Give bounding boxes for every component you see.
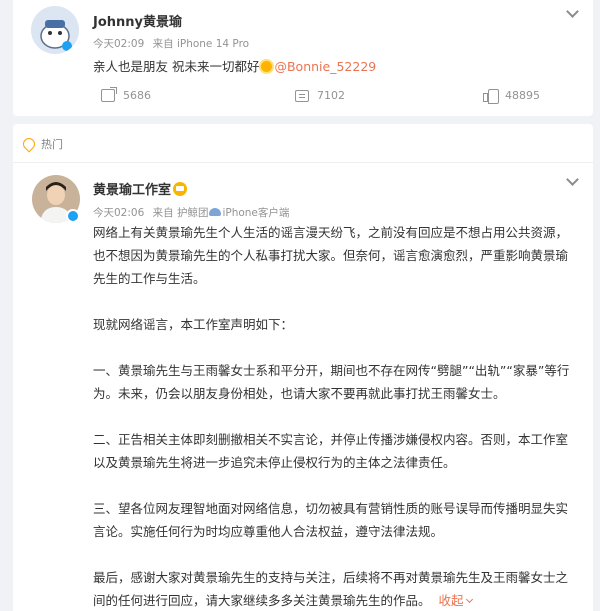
post-line: 以及黄景瑜先生将进一步追究未停止侵权行为的主体之法律责任。: [93, 455, 456, 470]
post-meta: 今天02:06 来自 护鲸团 iPhone客户端: [93, 205, 294, 220]
post-body: 网络上有关黄景瑜先生个人生活的谣言漫天纷飞，之前没有回应是不想占用公共资源， 也…: [93, 221, 583, 611]
post-author-name[interactable]: 黄景瑜工作室: [93, 179, 188, 198]
post-line: 也不想因为黄景瑜先生的个人私事打扰大家。但奈何，谣言愈演愈烈，严重影响黄景瑜: [93, 248, 569, 263]
post-text: 亲人也是朋友 祝未来一切都好 @Bonnie_52229: [93, 56, 376, 75]
forward-icon: [101, 87, 117, 102]
post-line: 现就网络谣言，本工作室声明如下：: [93, 317, 294, 332]
post-text-content: 亲人也是朋友 祝未来一切都好: [93, 59, 260, 74]
post-line: 最后，感谢大家对黄景瑜先生的支持与关注，后续将不再对黄景瑜先生及王雨馨女士之: [93, 570, 569, 585]
post-source-device: iPhone客户端: [222, 207, 290, 219]
post-line-last: 间的任何进行回应，请大家继续多多关注黄景瑜先生的作品。 收起: [93, 589, 583, 611]
verified-badge-icon: [66, 209, 80, 223]
chevron-up-icon: [465, 595, 473, 604]
whale-emoji-icon: [209, 208, 222, 216]
weibo-post-2: 热门 黄景瑜工作室 今天02:06 来自 护鲸团 iPhone客户端 网络上有关黄…: [13, 124, 593, 611]
post-author-name[interactable]: Johnny黄景瑜: [93, 11, 182, 30]
mention-link[interactable]: @Bonnie_52229: [274, 59, 376, 74]
like-button[interactable]: 48895: [483, 89, 540, 104]
post-line-text: 间的任何进行回应，请大家继续多多关注黄景瑜先生的作品。: [93, 593, 431, 608]
weibo-post-1: Johnny黄景瑜 今天02:09 来自 iPhone 14 Pro 亲人也是朋…: [13, 0, 593, 116]
comment-button[interactable]: 7102: [295, 89, 345, 102]
post-time[interactable]: 今天02:09: [93, 38, 144, 50]
post-source: 来自 护鲸团: [152, 207, 209, 219]
like-count: 48895: [505, 89, 540, 102]
forward-button[interactable]: 5686: [101, 87, 151, 102]
post-line: 二、正告相关主体即刻删撤相关不实言论，并停止传播涉嫌侵权内容。否则，本工作室: [93, 432, 569, 447]
sun-emoji-icon: [261, 61, 273, 72]
post-line: 言论。实施任何行为时均应尊重他人合法权益，遵守法律法规。: [93, 524, 444, 539]
hot-label: 热门: [41, 138, 63, 151]
avatar[interactable]: [31, 6, 79, 54]
hot-label-row: 热门: [20, 135, 63, 153]
chevron-down-icon[interactable]: [566, 173, 579, 186]
forward-count: 5686: [123, 89, 151, 102]
post-line: 为。未来，仍会以朋友身份相处，也请大家不要再就此事打扰王雨馨女士。: [93, 386, 506, 401]
avatar-cartoon-icon: [31, 6, 79, 54]
thumbs-up-icon: [483, 89, 499, 104]
divider: [13, 162, 593, 163]
post-line: 网络上有关黄景瑜先生个人生活的谣言漫天纷飞，之前没有回应是不想占用公共资源，: [93, 225, 569, 240]
comment-count: 7102: [317, 89, 345, 102]
post-meta: 今天02:09 来自 iPhone 14 Pro: [93, 36, 254, 51]
post-line: 三、望各位网友理智地面对网络信息，切勿被具有营销性质的账号误导而传播明显失实: [93, 501, 569, 516]
gold-crown-icon: [173, 182, 188, 196]
post-author-name-text: 黄景瑜工作室: [93, 183, 172, 198]
hot-icon: [20, 135, 38, 153]
collapse-link[interactable]: 收起: [438, 593, 473, 608]
post-time[interactable]: 今天02:06: [93, 207, 144, 219]
collapse-label: 收起: [438, 593, 464, 608]
chevron-down-icon[interactable]: [566, 5, 579, 18]
comment-icon: [295, 89, 309, 102]
post-source: 来自 iPhone 14 Pro: [152, 38, 250, 50]
post-line: 先生的工作与生活。: [93, 271, 206, 286]
post-line: 一、黄景瑜先生与王雨馨女士系和平分开，期间也不存在网传“劈腿”“出轨”“家暴”等…: [93, 363, 570, 378]
